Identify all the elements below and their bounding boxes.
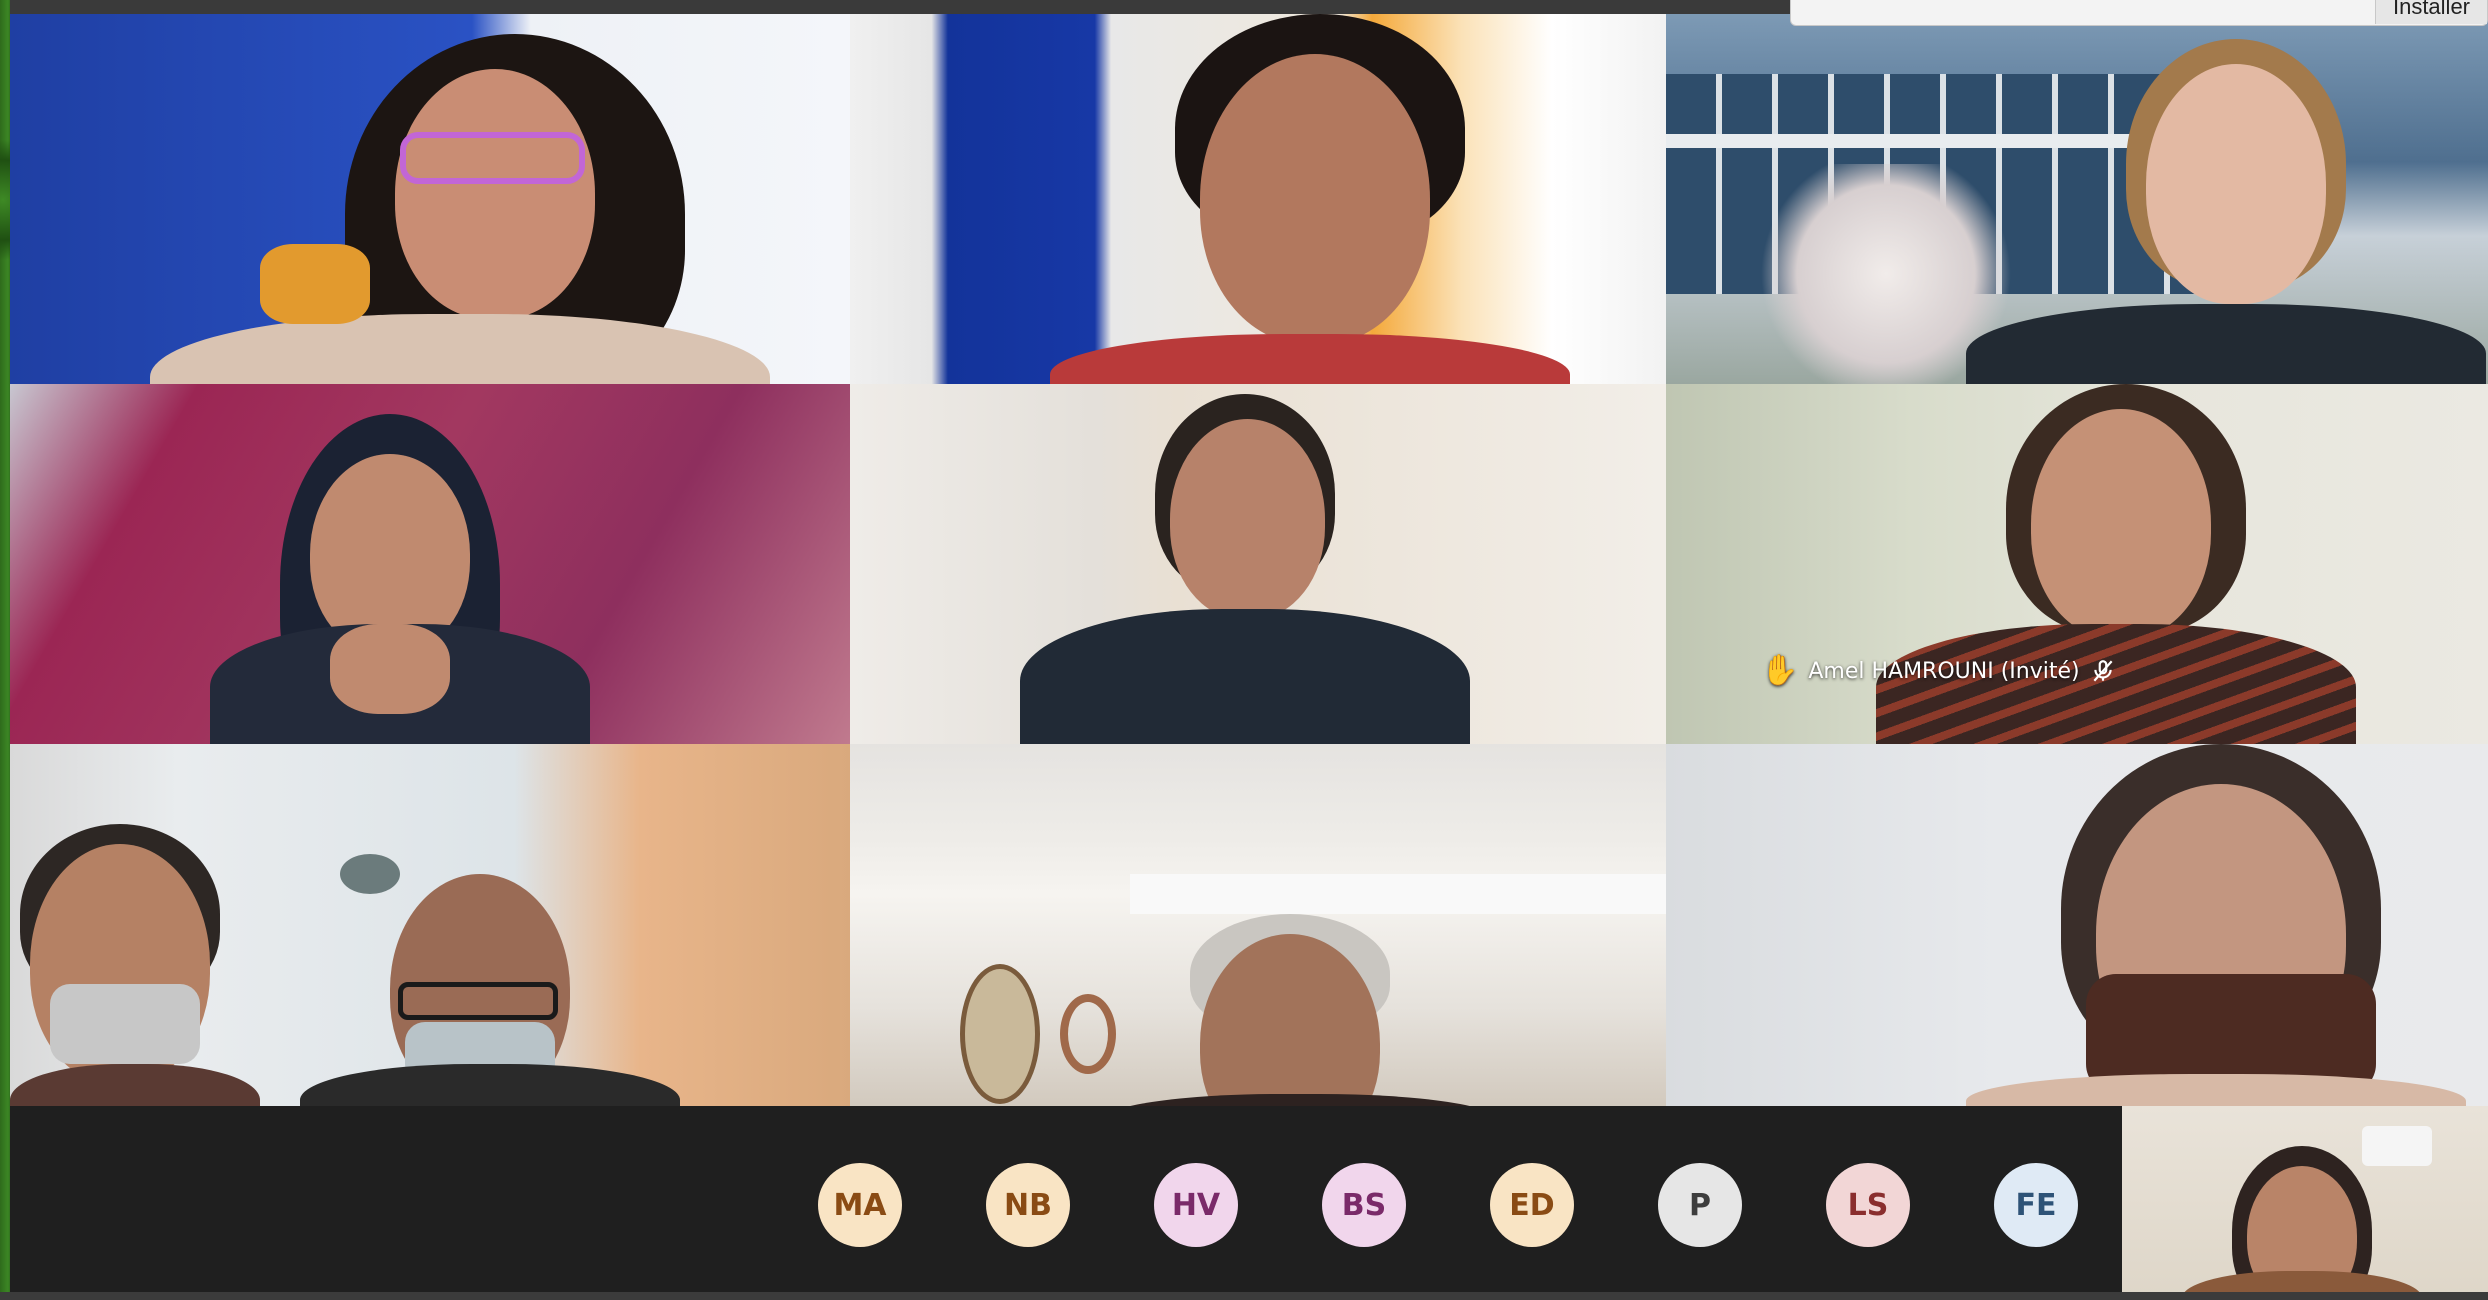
window-bottom-edge — [0, 1292, 2488, 1300]
participant-avatar[interactable]: ED — [1490, 1163, 1574, 1247]
avatar-initials: ED — [1509, 1187, 1555, 1223]
install-app-popup: Installer — [1790, 0, 2488, 26]
participant-name: Amel HAMROUNI (Invité) — [1808, 658, 2080, 684]
video-tile-2[interactable] — [850, 14, 1666, 384]
install-button-label: Installer — [2392, 0, 2471, 19]
participant-avatar[interactable]: NB — [986, 1163, 1070, 1247]
microphone-off-icon — [2093, 660, 2113, 682]
video-tile-9[interactable] — [1666, 744, 2488, 1120]
avatar-initials: P — [1689, 1187, 1711, 1223]
avatar-initials: LS — [1847, 1187, 1889, 1223]
participant-avatar[interactable]: BS — [1322, 1163, 1406, 1247]
participant-strip: MA NB HV BS ED P LS FE — [10, 1106, 2488, 1300]
self-view-video[interactable] — [2122, 1106, 2488, 1300]
video-tile-8[interactable] — [850, 744, 1666, 1120]
video-tile-3[interactable] — [1666, 14, 2488, 384]
avatar-initials: BS — [1341, 1187, 1387, 1223]
avatar-initials: FE — [2015, 1187, 2057, 1223]
participant-avatar[interactable]: HV — [1154, 1163, 1238, 1247]
raised-hand-icon: ✋ — [1761, 653, 1799, 688]
avatar-initials: HV — [1171, 1187, 1221, 1223]
meeting-window: ✋ Amel HAMROUNI (Invité) MA NB HV BS ED … — [10, 0, 2488, 1300]
avatar-initials: NB — [1004, 1187, 1052, 1223]
participant-avatar[interactable]: LS — [1826, 1163, 1910, 1247]
participant-name-tag: ✋ Amel HAMROUNI (Invité) — [1761, 656, 2116, 686]
video-tile-6[interactable]: ✋ Amel HAMROUNI (Invité) — [1666, 384, 2488, 744]
install-button[interactable]: Installer — [2375, 0, 2487, 24]
video-tile-7[interactable] — [10, 744, 850, 1120]
participant-avatar[interactable]: P — [1658, 1163, 1742, 1247]
participant-avatar[interactable]: FE — [1994, 1163, 2078, 1247]
avatar-initials: MA — [833, 1187, 887, 1223]
video-tile-1[interactable] — [10, 14, 850, 384]
video-tile-5[interactable] — [850, 384, 1666, 744]
participant-avatar[interactable]: MA — [818, 1163, 902, 1247]
video-tile-4[interactable] — [10, 384, 850, 744]
video-grid: ✋ Amel HAMROUNI (Invité) — [10, 14, 2488, 1120]
